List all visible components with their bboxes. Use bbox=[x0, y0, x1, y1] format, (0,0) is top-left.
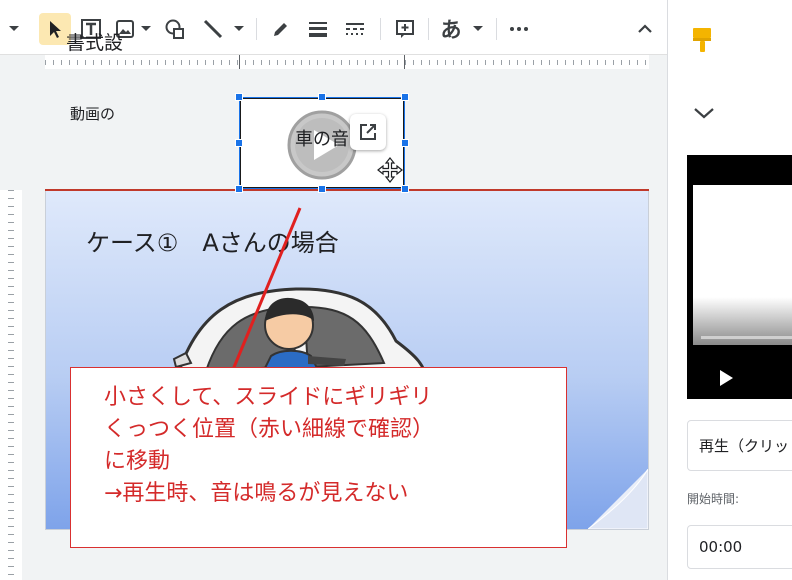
pen-icon[interactable] bbox=[266, 13, 296, 45]
chevron-down-icon[interactable] bbox=[693, 106, 715, 120]
video-preview-player[interactable] bbox=[687, 155, 792, 399]
horizontal-ruler[interactable] bbox=[45, 55, 649, 69]
resize-handle-bottom[interactable] bbox=[318, 185, 326, 193]
zoom-dropdown-icon[interactable] bbox=[4, 13, 24, 45]
border-weight-icon[interactable] bbox=[303, 13, 333, 45]
add-comment-icon[interactable] bbox=[390, 13, 420, 45]
resize-handle-bottom-right[interactable] bbox=[401, 185, 409, 193]
line-dropdown-icon[interactable] bbox=[232, 13, 246, 45]
ruler-marker bbox=[404, 55, 405, 69]
more-options-icon[interactable] bbox=[504, 13, 534, 45]
toolbar-divider bbox=[496, 18, 497, 40]
input-tools-button[interactable]: あ bbox=[436, 13, 466, 45]
callout-line-4: →再生時、音は鳴るが見えない bbox=[104, 481, 409, 506]
start-time-label: 開始時間: bbox=[687, 492, 740, 506]
video-progress-bar[interactable] bbox=[701, 336, 792, 339]
input-tools-label: あ bbox=[440, 18, 462, 42]
callout-line-3: に移動 bbox=[104, 449, 171, 474]
border-dash-icon[interactable] bbox=[340, 13, 370, 45]
move-cursor-icon bbox=[377, 157, 403, 183]
image-dropdown-icon[interactable] bbox=[139, 13, 153, 45]
line-icon[interactable] bbox=[198, 13, 228, 45]
toolbar-divider bbox=[380, 18, 381, 40]
resize-handle-bottom-left[interactable] bbox=[235, 185, 243, 193]
video-preview-frame bbox=[693, 185, 792, 345]
toolbar-divider bbox=[256, 18, 257, 40]
resize-handle-left[interactable] bbox=[235, 139, 243, 147]
resize-handle-top[interactable] bbox=[318, 93, 326, 101]
playback-mode-select[interactable]: 再生（クリッ bbox=[687, 420, 792, 471]
resize-handle-top-left[interactable] bbox=[235, 93, 243, 101]
callout-line-2: くっつく位置（赤い細線で確認） bbox=[104, 417, 435, 442]
toolbar-divider bbox=[428, 18, 429, 40]
slides-editor: あ ケース① Aさんの場合 車の音 小さくして、スライドにギリギリ くっつく位置… bbox=[0, 0, 792, 580]
video-playback-section-header[interactable]: 動画の bbox=[70, 103, 115, 124]
collapse-toolbar-icon[interactable] bbox=[630, 13, 660, 45]
input-tools-dropdown-icon[interactable] bbox=[471, 13, 485, 45]
resize-handle-right[interactable] bbox=[401, 139, 409, 147]
vertical-ruler[interactable] bbox=[0, 190, 22, 580]
start-time-input[interactable]: 00:00 bbox=[687, 525, 792, 569]
preview-play-icon[interactable] bbox=[718, 369, 734, 387]
alignment-guide-line bbox=[45, 189, 649, 191]
callout-line-1: 小さくして、スライドにギリギリ bbox=[104, 385, 433, 410]
resize-handle-top-right[interactable] bbox=[401, 93, 409, 101]
paint-format-icon bbox=[693, 28, 711, 52]
ruler-marker bbox=[239, 55, 240, 69]
annotation-callout: 小さくして、スライドにギリギリ くっつく位置（赤い細線で確認） に移動 →再生時… bbox=[70, 367, 567, 548]
shape-icon[interactable] bbox=[160, 13, 190, 45]
panel-title: 書式設 bbox=[66, 32, 124, 54]
page-curl-decoration bbox=[588, 469, 648, 529]
